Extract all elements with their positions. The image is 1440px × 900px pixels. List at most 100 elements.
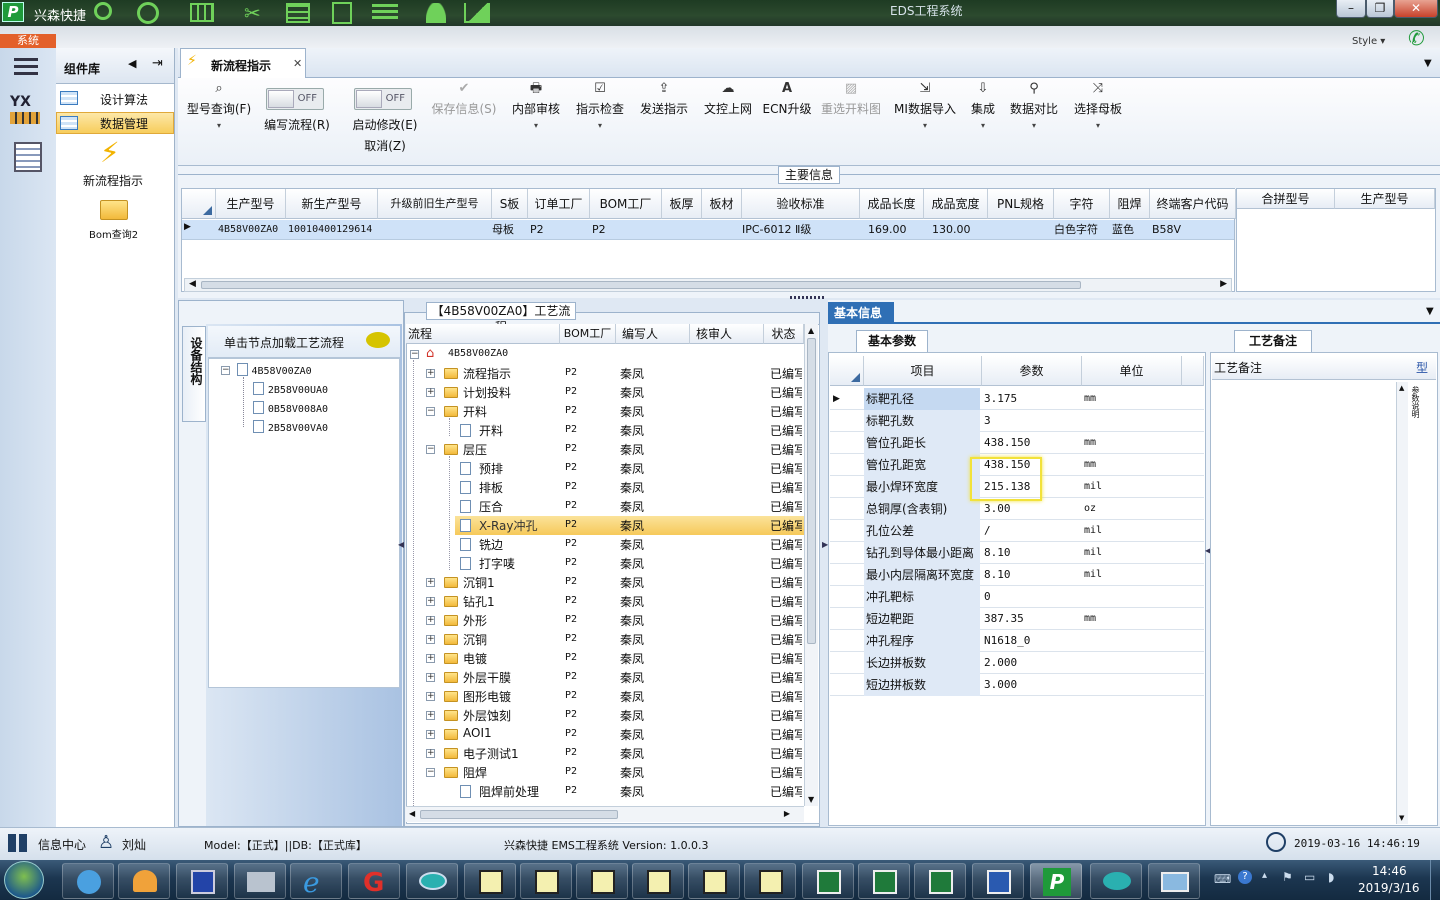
tool-new-flow[interactable]: ⚡ 新流程指示 bbox=[56, 136, 174, 188]
col-header-10[interactable]: 成品长度 bbox=[860, 189, 924, 219]
main-info-cell-11[interactable]: 130.00 bbox=[932, 221, 971, 239]
expand-toggle[interactable]: + bbox=[426, 673, 435, 682]
col-header-12[interactable]: PNL规格 bbox=[988, 189, 1054, 219]
equipment-vertical-tab[interactable]: 设备结构 bbox=[182, 326, 206, 422]
col-header-merge-model[interactable]: 合拼型号 bbox=[1237, 189, 1335, 209]
col-header-item[interactable]: 项目 bbox=[864, 356, 982, 386]
main-info-cell-2[interactable]: 10010400129614 bbox=[288, 221, 372, 239]
taskbar-app-eye[interactable] bbox=[406, 863, 458, 899]
flow-row[interactable]: 压合 P2 秦凤 已编写 bbox=[408, 497, 802, 516]
remarks-narrow-column[interactable]: 型 bbox=[1408, 356, 1436, 380]
taskbar-app-cam-2[interactable] bbox=[520, 863, 572, 899]
model-query-button[interactable]: ⌕ 型号查询(F) ▾ bbox=[184, 82, 254, 131]
flow-row[interactable]: 开料 P2 秦凤 已编写 bbox=[408, 421, 802, 440]
col-header-9[interactable]: 验收标准 bbox=[742, 189, 860, 219]
expand-toggle[interactable]: + bbox=[426, 711, 435, 720]
flow-row[interactable]: − 开料 P2 秦凤 已编写 bbox=[408, 402, 802, 421]
tree-node-child[interactable]: 2B58V00UA0 bbox=[253, 382, 328, 396]
param-value-cell[interactable]: 3.175 bbox=[982, 388, 1080, 410]
param-row[interactable]: 最小内层隔离环宽度 8.10 mil bbox=[830, 564, 1204, 586]
style-menu[interactable]: Style ▾ bbox=[1352, 36, 1385, 47]
col-header-13[interactable]: 字符 bbox=[1054, 189, 1110, 219]
taskbar-app-excel-2[interactable] bbox=[858, 863, 910, 899]
taskbar-app-scanner[interactable] bbox=[234, 863, 286, 899]
quick-chart-icon[interactable] bbox=[464, 3, 490, 23]
taskbar-date[interactable]: 2019/3/16 bbox=[1358, 881, 1420, 895]
flow-row[interactable]: + 外层干膜 P2 秦凤 已编写 bbox=[408, 668, 802, 687]
col-header-bom-factory[interactable]: BOM工厂 bbox=[560, 324, 616, 344]
calculator-icon[interactable] bbox=[14, 142, 42, 172]
grid-apps-icon[interactable] bbox=[8, 834, 28, 852]
param-value-cell[interactable]: 387.35 bbox=[982, 608, 1080, 630]
expand-toggle[interactable]: − bbox=[426, 445, 435, 454]
main-info-cell-6[interactable]: P2 bbox=[592, 221, 606, 239]
expand-toggle[interactable]: + bbox=[426, 369, 435, 378]
flow-row[interactable]: + 外层蚀刻 P2 秦凤 已编写 bbox=[408, 706, 802, 725]
taskbar-app-word[interactable] bbox=[972, 863, 1024, 899]
taskbar-app-excel-3[interactable] bbox=[914, 863, 966, 899]
tool-bom-query[interactable]: Bom查询2 bbox=[56, 194, 174, 241]
expand-toggle[interactable]: + bbox=[426, 616, 435, 625]
taskbar-app-cam-4[interactable] bbox=[632, 863, 684, 899]
scrollbar-thumb[interactable] bbox=[201, 281, 1081, 289]
horizontal-scrollbar[interactable]: ◀ ▶ bbox=[184, 278, 1232, 292]
param-value-cell[interactable]: N1618_0 bbox=[982, 630, 1080, 652]
taskbar-time[interactable]: 14:46 bbox=[1372, 864, 1407, 878]
param-value-cell[interactable]: 438.150 bbox=[982, 432, 1080, 454]
restore-button[interactable]: ❐ bbox=[1366, 0, 1394, 18]
flow-row[interactable]: + 沉铜1 P2 秦凤 已编写 bbox=[408, 573, 802, 592]
col-header-status[interactable]: 状态 bbox=[764, 324, 804, 344]
send-instruction-button[interactable]: ⇪ 发送指示 bbox=[636, 82, 692, 117]
main-info-cell-10[interactable]: 169.00 bbox=[868, 221, 907, 239]
param-row[interactable]: 标靶孔数 3 bbox=[830, 410, 1204, 432]
scrollbar-thumb[interactable] bbox=[807, 338, 816, 644]
remarks-column-header[interactable]: 工艺备注 bbox=[1212, 356, 1408, 380]
show-desktop-button[interactable] bbox=[1430, 860, 1440, 900]
main-info-cell-14[interactable]: 蓝色 bbox=[1112, 221, 1134, 239]
main-info-cell-4[interactable]: 母板 bbox=[492, 221, 514, 239]
expand-toggle[interactable]: − bbox=[426, 407, 435, 416]
param-value-cell[interactable]: 3 bbox=[982, 410, 1080, 432]
col-header-writer[interactable]: 编写人 bbox=[616, 324, 690, 344]
param-row[interactable]: 短边拼板数 3.000 bbox=[830, 674, 1204, 696]
tab-list-dropdown-icon[interactable]: ▼ bbox=[1424, 58, 1432, 69]
pin-icon[interactable]: ⇥ bbox=[152, 56, 163, 71]
collapse-left-icon[interactable]: ◀ bbox=[128, 57, 136, 70]
flow-row[interactable]: + 沉铜 P2 秦凤 已编写 bbox=[408, 630, 802, 649]
quick-copy-icon[interactable] bbox=[332, 2, 352, 24]
param-row[interactable]: 总铜厚(含表铜) 3.00 oz bbox=[830, 498, 1204, 520]
col-header-14[interactable]: 阻焊 bbox=[1110, 189, 1150, 219]
main-info-cell-9[interactable]: IPC-6012 Ⅱ级 bbox=[742, 221, 811, 239]
sidebar-item-design[interactable]: 设计算法 bbox=[56, 88, 174, 110]
taskbar-app-shell[interactable] bbox=[118, 863, 170, 899]
param-value-cell[interactable]: 8.10 bbox=[982, 564, 1080, 586]
taskbar-app-cam-6[interactable] bbox=[744, 863, 796, 899]
remarks-tab[interactable]: 工艺备注 bbox=[1234, 330, 1312, 352]
expand-toggle[interactable]: − bbox=[426, 768, 435, 777]
param-row[interactable]: 冲孔靶标 0 bbox=[830, 586, 1204, 608]
start-button[interactable] bbox=[4, 861, 44, 899]
close-button[interactable]: ✕ bbox=[1394, 0, 1438, 18]
data-compare-button[interactable]: ⚲ 数据对比 ▾ bbox=[1008, 82, 1060, 131]
integrate-button[interactable]: ⇩ 集成 ▾ bbox=[966, 82, 1000, 131]
flow-row[interactable]: − 阻焊 P2 秦凤 已编写 bbox=[408, 763, 802, 782]
col-header-15[interactable]: 终端客户代码 bbox=[1150, 189, 1236, 219]
param-value-cell[interactable]: 2.000 bbox=[982, 652, 1080, 674]
col-header-production-model[interactable]: 生产型号 bbox=[1335, 189, 1435, 209]
col-header-reviewer[interactable]: 核审人 bbox=[690, 324, 764, 344]
reselect-cutting-chart-button[interactable]: ▨ 重选开料图 bbox=[818, 82, 884, 117]
col-header-flow[interactable]: 流程 bbox=[406, 324, 560, 344]
param-value-cell[interactable]: 3.000 bbox=[982, 674, 1080, 696]
mi-data-import-button[interactable]: ⇲ MI数据导入 ▾ bbox=[892, 82, 958, 131]
panel-menu-icon[interactable]: ▼ bbox=[1426, 306, 1434, 317]
phone-icon[interactable]: ✆ bbox=[1408, 26, 1425, 50]
col-header-7[interactable]: 板厚 bbox=[662, 189, 702, 219]
taskbar-app-screen[interactable] bbox=[1148, 863, 1200, 899]
param-row[interactable]: 标靶孔径 3.175 mm bbox=[830, 388, 1204, 410]
tree-node-root[interactable]: 4B58V00ZA0 bbox=[237, 363, 312, 377]
remarks-scrollbar[interactable]: ▲ ▼ bbox=[1396, 382, 1408, 824]
taskbar-app-cam-3[interactable] bbox=[576, 863, 628, 899]
scrollbar-thumb[interactable] bbox=[420, 810, 618, 819]
info-center-label[interactable]: 信息中心 bbox=[38, 836, 86, 853]
splitter-handle[interactable] bbox=[790, 296, 826, 299]
